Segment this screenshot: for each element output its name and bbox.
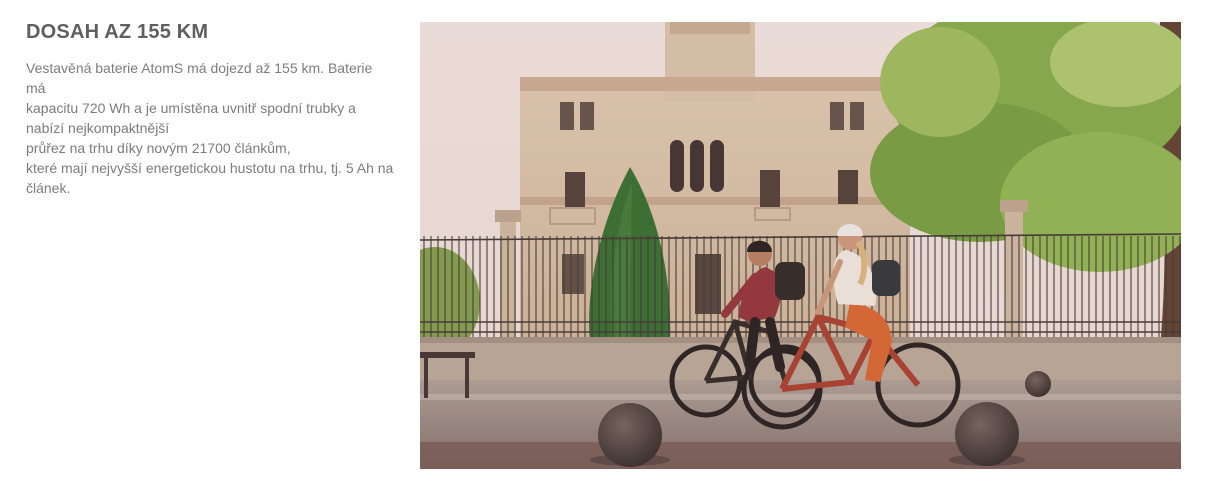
- cyclists-photo: [420, 22, 1181, 469]
- description-line: kapacitu 720 Wh a je umístěna uvnitř spo…: [26, 100, 356, 116]
- description-line: které mají nejvyšší energetickou hustotu…: [26, 160, 394, 176]
- description-line: nabízí nejkompaktnější: [26, 120, 170, 136]
- section-title: DOSAH AZ 155 KM: [26, 21, 209, 43]
- description-line: průřez na trhu díky novým 21700 článkům,: [26, 140, 291, 156]
- text-column: DOSAH AZ 155 KM Vestavěná baterie AtomS …: [26, 18, 394, 198]
- description-line: článek.: [26, 180, 71, 196]
- description-line: má: [26, 80, 46, 96]
- description-line: Vestavěná baterie AtomS má dojezd až 155…: [26, 60, 373, 76]
- cyclists-photo-illustration: [420, 22, 1181, 469]
- section-description: Vestavěná baterie AtomS má dojezd až 155…: [26, 58, 394, 198]
